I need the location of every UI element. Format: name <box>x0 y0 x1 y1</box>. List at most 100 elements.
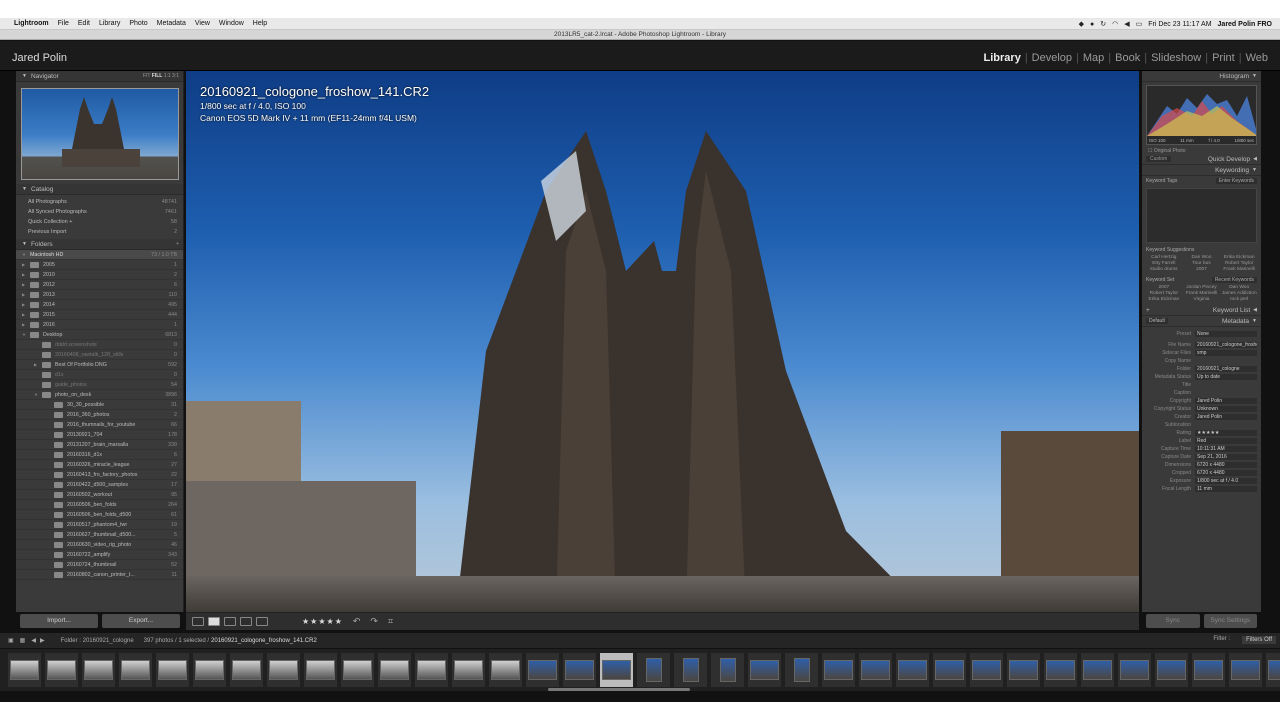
menu-library[interactable]: Library <box>99 20 120 27</box>
sync-icon[interactable]: ↻ <box>1100 20 1106 28</box>
disclosure-icon[interactable]: ▶ <box>34 362 42 367</box>
menu-edit[interactable]: Edit <box>78 20 90 27</box>
filmstrip-thumbnail[interactable] <box>748 653 781 687</box>
keyword-suggestion[interactable]: Robert Taylor <box>1221 261 1257 266</box>
folder-item[interactable]: 2016_thumnails_for_youtube 66 <box>16 420 183 430</box>
crop-icon[interactable]: ⌗ <box>388 616 393 627</box>
filmstrip-thumbnail[interactable] <box>970 653 1003 687</box>
metadata-field-value[interactable]: Jared Polin <box>1195 398 1257 404</box>
menu-file[interactable]: File <box>58 20 69 27</box>
sync-button[interactable]: Sync <box>1146 614 1200 628</box>
loupe-view[interactable]: 20160921_cologone_froshow_141.CR2 1/800 … <box>186 71 1139 612</box>
filmstrip-thumbnail[interactable] <box>82 653 115 687</box>
navigator-preview[interactable] <box>20 88 179 180</box>
secondary-window-icon[interactable]: ▣ <box>8 637 14 644</box>
disclosure-icon[interactable]: ▼ <box>22 332 30 337</box>
keyword-suggestion[interactable]: Frank Marinelli <box>1221 267 1257 272</box>
metadata-header[interactable]: Default Metadata ▼ <box>1142 316 1261 327</box>
keyword-suggestion[interactable]: studio drums <box>1146 267 1182 272</box>
zoom-fit[interactable]: FIT <box>143 73 150 79</box>
folder-item[interactable]: 20160316_d1x 6 <box>16 450 183 460</box>
add-keyword-icon[interactable]: + <box>1146 307 1150 314</box>
folder-item[interactable]: 20131207_brain_marsalla 339 <box>16 440 183 450</box>
disclosure-icon[interactable]: ▶ <box>22 282 30 287</box>
metadata-field-value[interactable]: 6720 x 4480 <box>1195 462 1257 468</box>
menu-help[interactable]: Help <box>253 20 267 27</box>
keyword-set-item[interactable]: 2007 <box>1146 285 1182 290</box>
disclosure-icon[interactable]: ▶ <box>22 302 30 307</box>
folder-item[interactable]: guide_photos 54 <box>16 380 183 390</box>
filmstrip-thumbnail[interactable] <box>1192 653 1225 687</box>
metadata-field-value[interactable]: 20160921_cologone_froshow_141.CR2 <box>1195 342 1257 348</box>
filmstrip-thumbnail[interactable] <box>637 653 670 687</box>
disclosure-icon[interactable]: ▶ <box>22 322 30 327</box>
disclosure-icon[interactable]: ▶ <box>22 312 30 317</box>
folder-item[interactable]: 2016_360_photos 2 <box>16 410 183 420</box>
metadata-field-value[interactable]: 20160921_cologne <box>1195 366 1257 372</box>
disclosure-icon[interactable]: ▶ <box>22 262 30 267</box>
back-arrow-icon[interactable]: ◀ <box>31 637 36 644</box>
filmstrip-thumbnail[interactable] <box>119 653 152 687</box>
filmstrip-thumbnail[interactable] <box>600 653 633 687</box>
folder-item[interactable]: 20160506_ben_folds_d500 61 <box>16 510 183 520</box>
grid-icon[interactable]: ▦ <box>20 637 26 644</box>
battery-icon[interactable]: ▭ <box>1136 20 1143 28</box>
metadata-preset-select[interactable]: None <box>1195 331 1257 337</box>
metadata-field-value[interactable]: 11 mm <box>1195 486 1257 492</box>
metadata-field-value[interactable]: Sep 21, 2016 <box>1195 454 1257 460</box>
filmstrip-thumbnail[interactable] <box>193 653 226 687</box>
menu-view[interactable]: View <box>195 20 210 27</box>
filmstrip-thumbnail[interactable] <box>415 653 448 687</box>
dropbox-icon[interactable]: ◆ <box>1079 20 1084 28</box>
catalog-header[interactable]: ▼ Catalog <box>16 184 183 195</box>
disclosure-icon[interactable]: ▶ <box>22 292 30 297</box>
keyword-list-header[interactable]: + Keyword List ◀ <box>1142 305 1261 316</box>
folder-item[interactable]: 20160413_fro_factory_photos 22 <box>16 470 183 480</box>
folder-item[interactable]: ▶ 2013 110 <box>16 290 183 300</box>
module-book[interactable]: Book <box>1111 52 1144 64</box>
filter-select[interactable]: Filters Off <box>1242 636 1276 644</box>
filmstrip-thumbnail[interactable] <box>156 653 189 687</box>
filmstrip-thumbnail[interactable] <box>563 653 596 687</box>
keyword-suggestion[interactable]: Etty Farrell <box>1146 261 1182 266</box>
filmstrip-thumbnail[interactable] <box>341 653 374 687</box>
folder-item[interactable]: 20160408_rawtalk_128_stills 0 <box>16 350 183 360</box>
folder-item[interactable]: 20160502_workout 95 <box>16 490 183 500</box>
volume-row[interactable]: ▼ Macintosh HD 73 / 1.0 TB <box>16 250 183 260</box>
folder-item[interactable]: ▶ 2016 1 <box>16 320 183 330</box>
metadata-view-select[interactable]: Default <box>1146 318 1168 324</box>
folder-item[interactable]: d1x 0 <box>16 370 183 380</box>
filmstrip-thumbnail[interactable] <box>230 653 263 687</box>
wifi-icon[interactable]: ◠ <box>1112 20 1118 28</box>
quick-develop-header[interactable]: Custom Quick Develop ◀ <box>1142 154 1261 165</box>
folder-item[interactable]: 20160627_thumbnail_d500... 5 <box>16 530 183 540</box>
survey-view-icon[interactable] <box>240 617 252 626</box>
folder-item[interactable]: 20160724_thumbnail 52 <box>16 560 183 570</box>
filmstrip-thumbnail[interactable] <box>489 653 522 687</box>
sync-settings-button[interactable]: Sync Settings <box>1203 614 1257 628</box>
filmstrip-thumbnail[interactable] <box>859 653 892 687</box>
folder-item[interactable]: ▼ photo_on_desk 3896 <box>16 390 183 400</box>
filmstrip-thumbnail[interactable] <box>822 653 855 687</box>
rating-stars[interactable]: ★★★★★ <box>302 617 343 626</box>
folder-item[interactable]: dddd screenshots 0 <box>16 340 183 350</box>
filmstrip-thumbnail[interactable] <box>896 653 929 687</box>
keyword-set-item[interactable]: Frank Marinelli <box>1184 291 1220 296</box>
catalog-item[interactable]: All Synced Photographs 7461 <box>16 207 183 217</box>
filmstrip-thumbnail[interactable] <box>452 653 485 687</box>
folders-header[interactable]: ▼ Folders + <box>16 239 183 250</box>
histogram-header[interactable]: Histogram ▼ <box>1142 71 1261 82</box>
keyword-suggestion[interactable]: Carl Hertzig <box>1146 255 1182 260</box>
menu-photo[interactable]: Photo <box>129 20 147 27</box>
menubar-user[interactable]: Jared Polin FRO <box>1218 21 1272 28</box>
status-icon[interactable]: ● <box>1090 21 1094 28</box>
folder-item[interactable]: ▶ 2014 495 <box>16 300 183 310</box>
menu-window[interactable]: Window <box>219 20 244 27</box>
filmstrip-thumbnail[interactable] <box>711 653 744 687</box>
module-library[interactable]: Library <box>980 52 1025 64</box>
keyword-set-item[interactable]: Robert Taylor <box>1146 291 1182 296</box>
filmstrip-thumbnail[interactable] <box>1081 653 1114 687</box>
keyword-set-item[interactable]: Jordan Pincey <box>1184 285 1220 290</box>
metadata-field-value[interactable]: Up to date <box>1195 374 1257 380</box>
compare-view-icon[interactable] <box>224 617 236 626</box>
